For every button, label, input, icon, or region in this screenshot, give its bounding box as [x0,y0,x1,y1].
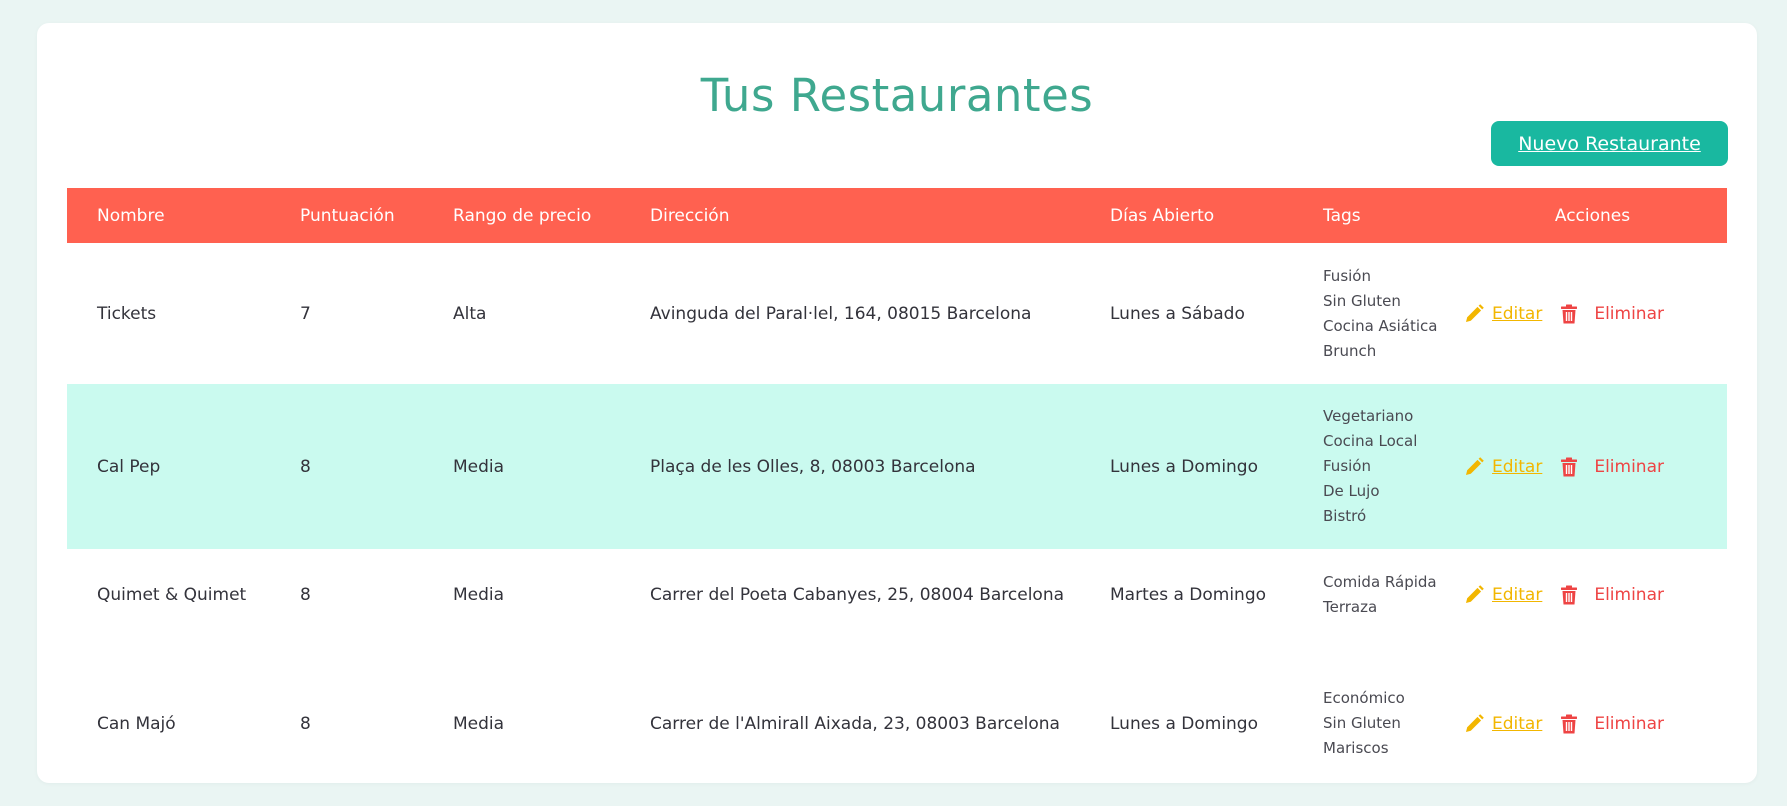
header-puntuacion: Puntuación [300,205,395,226]
table-row: Tickets 7 Alta Avinguda del Paral·lel, 1… [67,243,1727,384]
delete-button[interactable]: Eliminar [1560,304,1664,324]
header-dias-abierto: Días Abierto [1110,205,1215,226]
cell-acciones: Editar Eliminar [1458,714,1727,734]
cell-puntuacion: 8 [300,456,311,477]
tag: Bistró [1323,507,1367,525]
tag: Económico [1323,689,1405,707]
tag: Vegetariano [1323,407,1414,425]
restaurants-table: Nombre Puntuación Rango de precio Direcc… [67,188,1727,806]
tag: Comida Rápida [1323,573,1437,591]
tag: Fusión [1323,457,1371,475]
edit-button[interactable]: Editar [1464,304,1542,324]
cell-acciones: Editar Eliminar [1458,457,1727,477]
header-rango-precio: Rango de precio [453,205,592,226]
header-acciones: Acciones [1554,205,1631,226]
tag: Fusión [1323,266,1371,285]
cell-rango-precio: Media [453,456,505,477]
trash-icon [1560,585,1580,605]
cell-tags: Vegetariano Cocina Local Fusión De Lujo … [1293,404,1458,529]
cell-acciones: Editar Eliminar [1458,585,1727,605]
delete-button[interactable]: Eliminar [1560,457,1664,477]
header-direccion: Dirección [650,205,730,226]
tag: Sin Gluten [1323,291,1401,310]
cell-dias-abierto: Lunes a Domingo [1110,456,1259,477]
tag: De Lujo [1323,482,1380,500]
delete-label: Eliminar [1594,456,1664,477]
table-header: Nombre Puntuación Rango de precio Direcc… [67,188,1727,243]
table-row: Can Majó 8 Media Carrer de l'Almirall Ai… [67,641,1727,806]
pencil-icon [1464,713,1484,734]
cell-puntuacion: 7 [300,303,311,324]
cell-tags: Comida Rápida Terraza [1293,570,1458,620]
cell-nombre: Tickets [97,303,157,324]
header-tags: Tags [1323,205,1361,226]
edit-button[interactable]: Editar [1464,714,1542,734]
cell-puntuacion: 8 [300,713,311,734]
tag: Sin Gluten [1323,714,1401,732]
tag: Brunch [1323,341,1377,360]
cell-dias-abierto: Lunes a Sábado [1110,303,1245,324]
delete-button[interactable]: Eliminar [1560,714,1664,734]
cell-direccion: Carrer de l'Almirall Aixada, 23, 08003 B… [650,713,1060,734]
cell-tags: Económico Sin Gluten Mariscos [1293,686,1458,761]
table-row: Quimet & Quimet 8 Media Carrer del Poeta… [67,549,1727,641]
trash-icon [1560,714,1580,734]
edit-label: Editar [1492,713,1543,734]
pencil-icon [1464,456,1484,477]
cell-nombre: Quimet & Quimet [97,585,247,605]
delete-label: Eliminar [1594,303,1664,324]
cell-nombre: Can Majó [97,713,176,734]
cell-tags: Fusión Sin Gluten Cocina Asiática Brunch [1293,264,1458,364]
cell-rango-precio: Alta [453,303,487,324]
tag: Cocina Asiática [1323,316,1438,335]
cell-acciones: Editar Eliminar [1458,304,1727,324]
cell-puntuacion: 8 [300,585,311,605]
tag: Cocina Local [1323,432,1418,450]
edit-label: Editar [1492,303,1543,324]
cell-dias-abierto: Lunes a Domingo [1110,713,1259,734]
delete-label: Eliminar [1594,713,1664,734]
delete-label: Eliminar [1594,585,1664,605]
edit-label: Editar [1492,456,1543,477]
cell-rango-precio: Media [453,713,505,734]
cell-direccion: Plaça de les Olles, 8, 08003 Barcelona [650,456,976,477]
page-title: Tus Restaurantes [700,69,1094,122]
edit-label: Editar [1492,585,1543,605]
delete-button[interactable]: Eliminar [1560,585,1664,605]
new-restaurant-button[interactable]: Nuevo Restaurante [1491,121,1728,166]
cell-direccion: Avinguda del Paral·lel, 164, 08015 Barce… [650,303,1032,324]
edit-button[interactable]: Editar [1464,457,1542,477]
table-row: Cal Pep 8 Media Plaça de les Olles, 8, 0… [67,384,1727,549]
pencil-icon [1464,585,1484,605]
restaurants-card: Tus Restaurantes Nuevo Restaurante Nombr… [37,23,1757,783]
cell-direccion: Carrer del Poeta Cabanyes, 25, 08004 Bar… [650,585,1065,605]
trash-icon [1560,304,1580,324]
trash-icon [1560,457,1580,477]
edit-button[interactable]: Editar [1464,585,1542,605]
cell-rango-precio: Media [453,585,505,605]
cell-dias-abierto: Martes a Domingo [1110,585,1267,605]
tag: Terraza [1323,598,1378,616]
pencil-icon [1464,303,1484,324]
header-nombre: Nombre [97,205,165,226]
cell-nombre: Cal Pep [97,456,161,477]
